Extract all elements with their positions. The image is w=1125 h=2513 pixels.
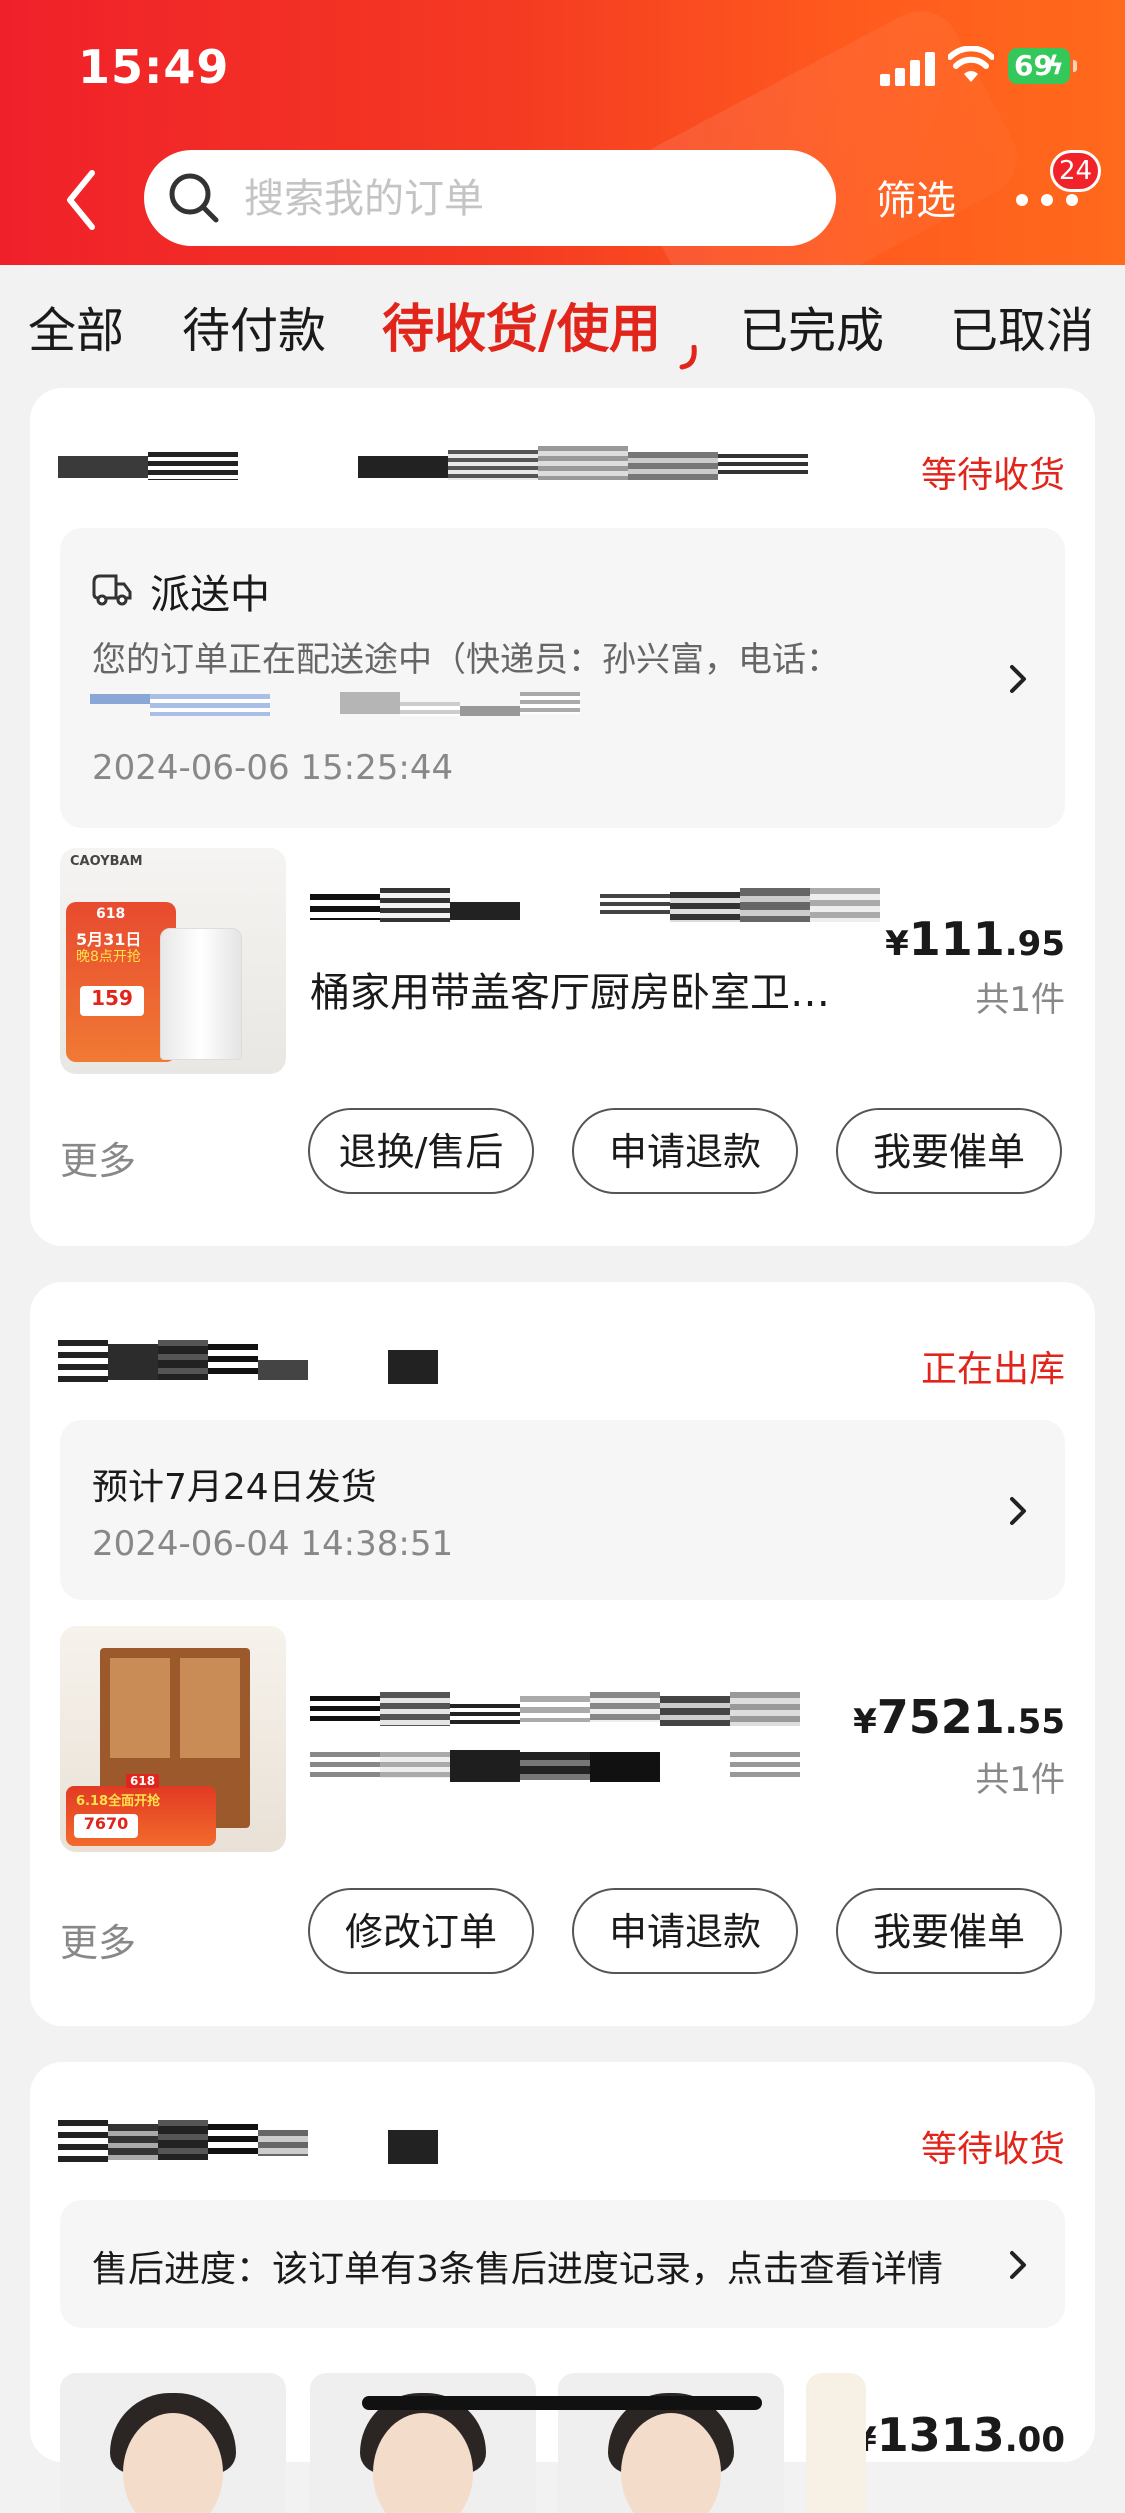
tab-all[interactable]: 全部 (28, 291, 124, 361)
search-input[interactable] (242, 150, 806, 248)
modify-order-button[interactable]: 修改订单 (308, 1888, 534, 1974)
header: 15:49 69 ϟ 筛选 24 (0, 0, 1125, 265)
request-refund-button[interactable]: 申请退款 (572, 1888, 798, 1974)
price-decimal: .95 (1004, 924, 1065, 964)
product-image-trash-can[interactable]: CAOYBAM 618 5月31日 晚8点开抢 159 (60, 848, 286, 1074)
price-integer: 7521 (876, 1690, 1005, 1744)
after-sales-progress: 售后进度：该订单有3条售后进度记录，点击查看详情 (92, 2249, 943, 2290)
product-image-bookcase[interactable]: 618 6.18全面开抢 7670 (60, 1626, 286, 1852)
shipping-info-box[interactable]: 预计7月24日发货 2024-06-04 14:38:51 (60, 1420, 1065, 1600)
promo-time: 晚8点开抢 (76, 949, 141, 965)
product-name[interactable]: 桶家用带盖客厅厨房卧室卫… (310, 960, 830, 1018)
product-promo-panel: 618 6.18全面开抢 7670 (66, 1774, 216, 1846)
price-decimal: .55 (1004, 1702, 1065, 1742)
order-card[interactable]: 等待收货 派送中 您的订单正在配送途中（快递员：孙兴富，电话： 2024-06-… (30, 388, 1095, 1246)
signal-icon (880, 50, 936, 86)
charging-bolt-icon: ϟ (1046, 51, 1064, 81)
delivery-truck-icon (92, 574, 132, 606)
chevron-right-icon (1010, 665, 1026, 693)
promo-price: 7670 (74, 1814, 138, 1838)
logistics-info-box[interactable]: 派送中 您的订单正在配送途中（快递员：孙兴富，电话： 2024-06-06 15… (60, 528, 1065, 828)
product-image-partial[interactable] (806, 2373, 866, 2513)
home-indicator (362, 2396, 762, 2410)
logistics-text: 您的订单正在配送途中（快递员：孙兴富，电话： (92, 640, 840, 680)
order-shop-name-redacted (58, 446, 808, 486)
product-image-portrait[interactable] (558, 2373, 784, 2513)
promo-text: 6.18全面开抢 (76, 1794, 161, 1809)
urge-order-button[interactable]: 我要催单 (836, 1108, 1062, 1194)
more-actions-link[interactable]: 更多 (60, 1130, 136, 1185)
logistics-time: 2024-06-06 15:25:44 (92, 748, 454, 788)
logistics-title: 派送中 (150, 572, 270, 618)
chevron-right-icon (1010, 1497, 1026, 1525)
promo-badge-618: 618 (96, 906, 126, 922)
product-image-portrait[interactable] (310, 2373, 536, 2513)
wifi-icon (948, 46, 994, 82)
tab-cancelled[interactable]: 已取消 (950, 291, 1094, 361)
product-quantity: 共1件 (975, 980, 1065, 1020)
promo-price: 159 (80, 986, 144, 1016)
product-price: ¥7521.55 (853, 1690, 1065, 1744)
order-status: 等待收货 (920, 455, 1065, 496)
price-currency: ¥ (885, 924, 909, 964)
filter-button[interactable]: 筛选 (876, 168, 956, 226)
price-currency: ¥ (853, 1702, 877, 1742)
battery-icon: 69 ϟ (1008, 48, 1077, 84)
tab-completed[interactable]: 已完成 (740, 291, 884, 361)
active-tab-indicator (679, 345, 697, 370)
shipping-estimate: 预计7月24日发货 (92, 1467, 377, 1508)
request-refund-button[interactable]: 申请退款 (572, 1108, 798, 1194)
urge-order-button[interactable]: 我要催单 (836, 1888, 1062, 1974)
status-time: 15:49 (78, 40, 230, 94)
product-price: ¥1313.00 (853, 2408, 1065, 2462)
courier-phone-redacted (90, 688, 590, 722)
price-integer: 1313 (876, 2408, 1005, 2462)
message-badge: 24 (1050, 150, 1102, 192)
back-arrow-icon[interactable] (62, 165, 102, 235)
product-quantity: 共1件 (975, 1760, 1065, 1800)
order-shop-name-redacted (58, 2120, 778, 2164)
order-tabs: 全部 待付款 待收货/使用 已完成 已取消 (0, 265, 1125, 377)
order-status: 正在出库 (920, 1349, 1065, 1390)
promo-badge-618: 618 (126, 1774, 160, 1788)
order-status: 等待收货 (920, 2129, 1065, 2170)
product-trash-can-shape (160, 928, 242, 1060)
product-name-redacted (310, 1692, 890, 1792)
return-exchange-button[interactable]: 退换/售后 (308, 1108, 534, 1194)
order-card[interactable]: 正在出库 预计7月24日发货 2024-06-04 14:38:51 618 6… (30, 1282, 1095, 2026)
more-actions-link[interactable]: 更多 (60, 1912, 136, 1967)
price-integer: 111 (908, 912, 1005, 966)
tab-pending-receipt[interactable]: 待收货/使用 (382, 287, 661, 362)
chevron-right-icon (1010, 2251, 1026, 2279)
search-icon (169, 173, 219, 223)
product-image-brand: CAOYBAM (70, 854, 143, 869)
after-sales-info-box[interactable]: 售后进度：该订单有3条售后进度记录，点击查看详情 (60, 2200, 1065, 2328)
product-price: ¥111.95 (885, 912, 1065, 966)
price-decimal: .00 (1004, 2420, 1065, 2460)
product-name-redacted (310, 888, 890, 928)
tab-pending-payment[interactable]: 待付款 (182, 291, 326, 361)
product-image-portrait[interactable] (60, 2373, 286, 2513)
shipping-time: 2024-06-04 14:38:51 (92, 1524, 454, 1564)
order-shop-name-redacted (58, 1340, 778, 1384)
search-bar[interactable] (144, 150, 836, 248)
